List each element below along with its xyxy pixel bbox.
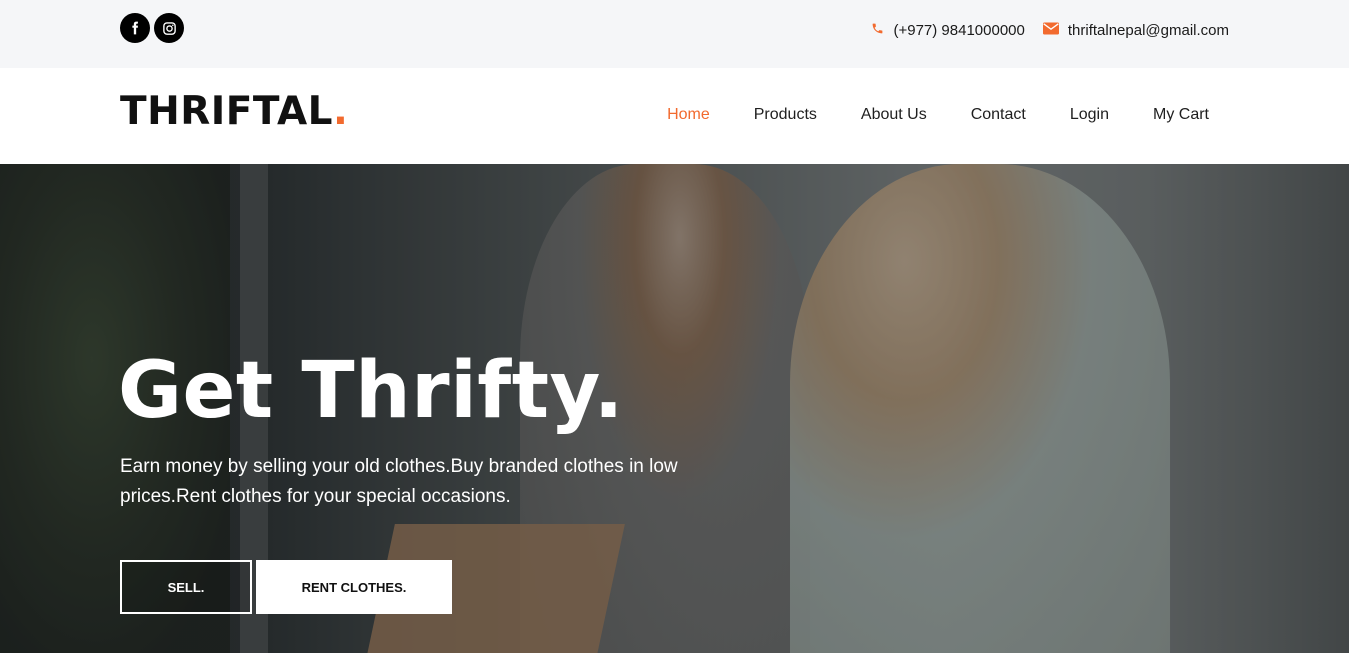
instagram-icon[interactable] [154,13,184,43]
main-navbar: THRIFTAL. Home Products About Us Contact… [0,68,1349,164]
nav-item-contact[interactable]: Contact [971,106,1026,124]
email-address: thriftalnepal@gmail.com [1067,22,1229,39]
nav-item-products[interactable]: Products [754,106,817,124]
logo-text: THRIFTAL [120,89,334,134]
nav-item-about-us[interactable]: About Us [861,106,927,124]
contact-info: (+977) 9841000000 thriftalnepal@gmail.co… [871,22,1229,39]
rent-clothes-button[interactable]: RENT CLOTHES. [256,560,452,614]
top-bar: (+977) 9841000000 thriftalnepal@gmail.co… [0,0,1349,68]
phone-icon [871,22,884,39]
logo-dot: . [333,89,349,134]
hero-subtitle: Earn money by selling your old clothes.B… [120,456,678,507]
sell-button[interactable]: SELL. [120,560,252,614]
phone-item[interactable]: (+977) 9841000000 [871,22,1025,39]
site-logo[interactable]: THRIFTAL. [120,89,348,134]
nav-item-login[interactable]: Login [1070,106,1109,124]
envelope-icon [1042,22,1059,39]
nav-item-home[interactable]: Home [667,106,710,124]
hero-section: Get Thrifty. Earn money by selling your … [0,164,1349,653]
phone-number: (+977) 9841000000 [893,22,1025,39]
nav-menu: Home Products About Us Contact Login My … [667,106,1209,124]
nav-item-my-cart[interactable]: My Cart [1153,106,1209,124]
social-links [120,13,184,43]
email-item[interactable]: thriftalnepal@gmail.com [1042,22,1229,39]
hero-title: Get Thrifty. [118,346,624,436]
facebook-icon[interactable] [120,13,150,43]
